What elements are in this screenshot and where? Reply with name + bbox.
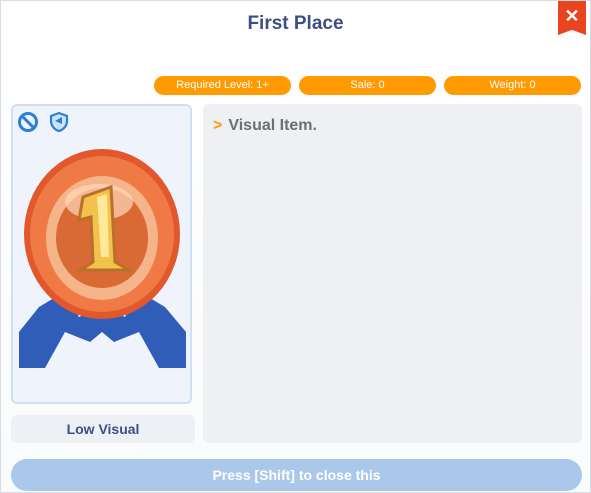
item-description-panel: > Visual Item.	[203, 104, 582, 443]
item-tooltip-window: First Place ✕ Required Level: 1+ Sale: 0…	[0, 0, 591, 493]
prohibited-icon	[18, 112, 38, 132]
item-preview-panel	[11, 104, 192, 404]
close-button[interactable]: ✕	[558, 1, 586, 35]
first-place-medal-icon	[19, 149, 186, 368]
bullet-arrow: >	[213, 117, 223, 134]
close-hint-button[interactable]: Press [Shift] to close this	[11, 459, 582, 491]
window-title: First Place	[247, 13, 344, 34]
description-text: Visual Item.	[228, 117, 317, 134]
item-stats-badges: Required Level: 1+ Sale: 0 Weight: 0	[154, 76, 581, 95]
item-visual-caption: Low Visual	[11, 415, 195, 443]
shield-icon	[49, 111, 69, 133]
sale-badge: Sale: 0	[299, 76, 436, 95]
weight-badge: Weight: 0	[444, 76, 581, 95]
required-level-badge: Required Level: 1+	[154, 76, 291, 95]
description-line: > Visual Item.	[213, 117, 317, 135]
